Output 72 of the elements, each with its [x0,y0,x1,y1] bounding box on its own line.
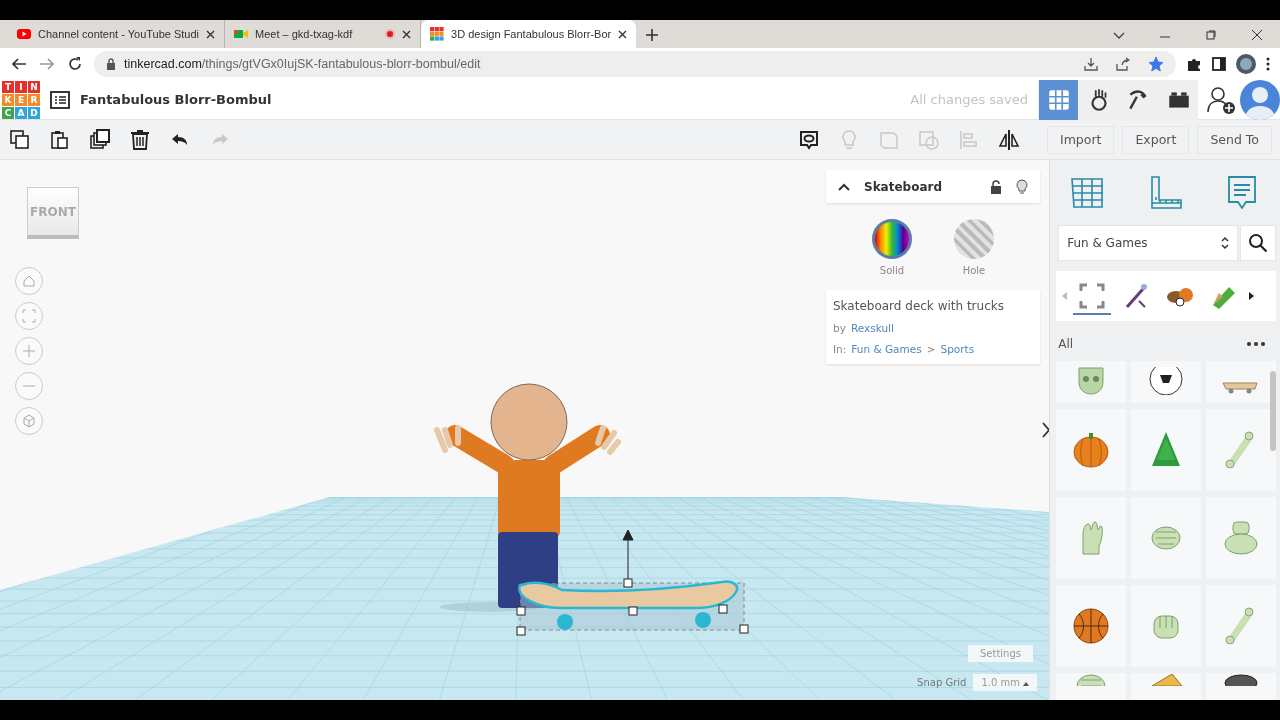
shape-thumbnail[interactable] [1131,585,1202,667]
shape-thumbnail[interactable] [1206,585,1277,667]
subcategory-link[interactable]: Sports [940,343,975,355]
sort-arrows-icon [1221,236,1229,250]
all-icon [1077,281,1108,311]
basketball-drawing [1071,606,1112,646]
mirror-icon[interactable] [996,127,1021,152]
reload-icon[interactable] [66,55,84,73]
skateboard-model[interactable] [516,529,749,636]
close-icon[interactable] [402,29,412,39]
add-user-icon[interactable] [1206,84,1236,115]
close-icon[interactable] [206,29,216,39]
youtube-icon [17,27,31,41]
more-icon[interactable] [1246,341,1266,347]
pumpkin-drawing [1071,430,1112,470]
close-icon[interactable] [618,29,628,39]
padlock-icon[interactable] [990,179,1002,194]
shape-thumbnail[interactable] [1056,409,1127,491]
caret-up-icon [1023,682,1030,686]
snap-grid-label: Snap Grid [917,677,967,688]
lightbulb-icon[interactable] [1016,178,1028,195]
toolbar-button[interactable]: Import [1046,125,1115,154]
copy-icon[interactable] [8,127,32,152]
menu-icon[interactable] [1266,57,1270,71]
camera-icon [234,27,249,41]
category-dropdown[interactable]: Fun & Games [1058,225,1238,261]
new-tab-icon[interactable] [646,29,659,41]
blocks-view-button[interactable] [1078,79,1118,120]
chevron-icon[interactable] [838,183,850,191]
shape-thumbnail[interactable] [1206,409,1277,491]
list-icon[interactable] [50,90,70,109]
in-label: In: [833,343,847,355]
duplicate-icon[interactable] [88,127,112,152]
user-avatar[interactable] [1240,79,1280,120]
shape-name: Skateboard deck with trucks [833,299,1005,313]
star-icon[interactable] [1148,56,1164,72]
toolbar-button[interactable]: Send To [1197,125,1272,154]
scroll-right-icon[interactable] [1249,292,1255,300]
delete-icon[interactable] [128,127,152,152]
scrollbar[interactable] [1270,371,1276,451]
shape-thumbnail[interactable] [1131,497,1202,579]
shape-thumbnail[interactable] [1206,497,1277,579]
by-label: by [833,322,846,334]
search-button[interactable] [1240,225,1276,261]
bricks-view-button[interactable] [1158,79,1198,120]
tinkercad-logo[interactable]: T I N K E R C A D [2,80,40,119]
author-link[interactable]: Rexskull [850,322,894,334]
shape-title: Skateboard [864,179,944,194]
address-bar[interactable]: tinkercad.com/things/gtVGx0IujSK-fantabulous-blorr-bombul/edit [94,51,1176,77]
breadcrumb-separator: > [926,343,936,355]
filter-label: All [1058,337,1074,351]
fit-view-icon [21,308,37,324]
search-icon [1248,233,1268,253]
shape-thumbnail[interactable] [1131,409,1202,491]
cube-icon [21,413,37,429]
share-icon[interactable] [1116,57,1130,71]
shape-thumbnail[interactable] [1056,585,1127,667]
lock-icon [106,58,116,70]
side-panel-icon[interactable] [1212,57,1226,71]
browser-tab[interactable]: 3D design Fantabulous Blorr-Bor [421,20,637,48]
download-icon[interactable] [1084,57,1098,71]
shape-thumbnail[interactable] [1056,497,1127,579]
category-link[interactable]: Fun & Games [851,343,922,355]
chevron-right-icon[interactable] [1042,422,1050,438]
save-status: All changes saved [910,92,1028,107]
toolbar-button[interactable]: Export [1122,125,1190,154]
zoom-in-icon [21,343,37,359]
character-model[interactable] [434,383,621,612]
design-title[interactable]: Fantabulous Blorr-Bombul [80,92,272,107]
profile-avatar[interactable] [1236,54,1256,74]
puzzle-icon[interactable] [1186,56,1202,72]
home-icon [21,273,37,289]
